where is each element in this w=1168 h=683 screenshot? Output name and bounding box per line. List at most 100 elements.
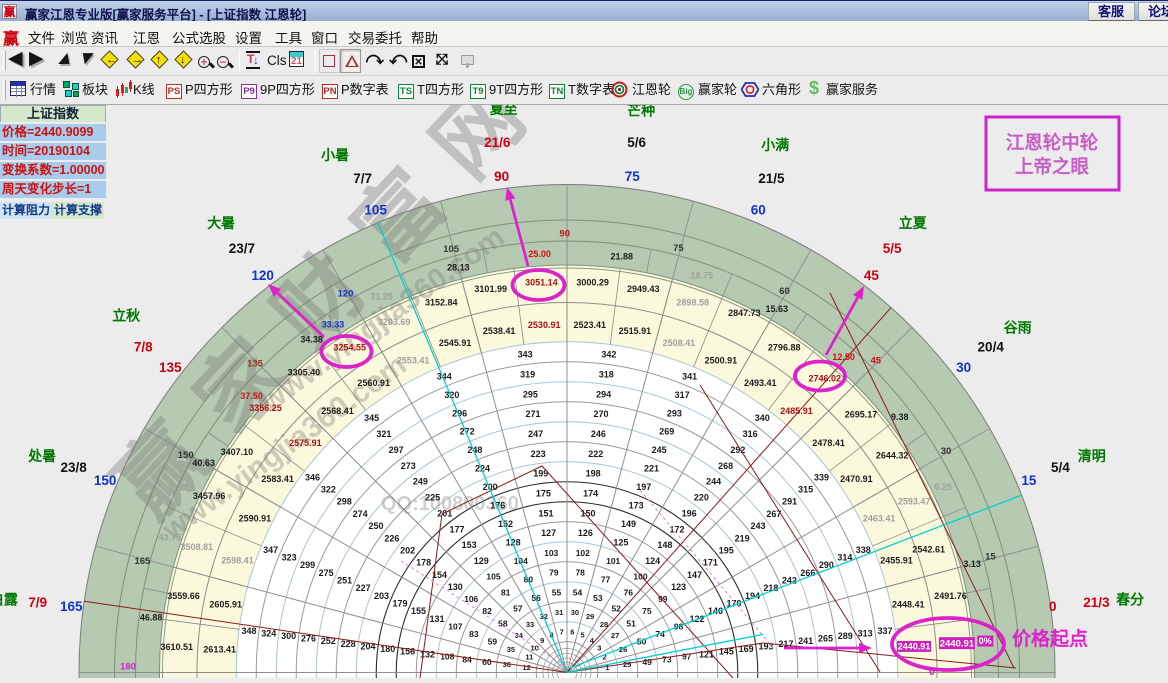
- svg-text:2440.91: 2440.91: [940, 639, 975, 650]
- svg-text:342: 342: [601, 350, 616, 360]
- svg-text:315: 315: [798, 485, 813, 495]
- svg-text:2448.41: 2448.41: [892, 600, 925, 610]
- svg-text:2583.41: 2583.41: [261, 474, 294, 484]
- svg-text:316: 316: [743, 429, 758, 439]
- svg-text:321: 321: [376, 429, 391, 439]
- svg-text:243: 243: [750, 521, 765, 531]
- svg-text:291: 291: [782, 497, 797, 507]
- svg-text:153: 153: [462, 540, 477, 550]
- svg-text:3: 3: [597, 643, 601, 652]
- svg-text:317: 317: [675, 390, 690, 400]
- svg-text:5/6: 5/6: [627, 135, 646, 150]
- svg-text:221: 221: [644, 464, 659, 474]
- svg-text:2593.47: 2593.47: [898, 496, 931, 506]
- svg-text:21/3: 21/3: [1083, 595, 1110, 610]
- svg-text:347: 347: [263, 545, 278, 555]
- svg-text:15: 15: [985, 552, 996, 563]
- svg-text:149: 149: [621, 519, 636, 529]
- svg-text:2695.17: 2695.17: [845, 410, 878, 420]
- svg-text:298: 298: [337, 497, 352, 507]
- svg-text:15: 15: [1021, 473, 1037, 488]
- svg-text:155: 155: [411, 606, 426, 616]
- svg-text:0: 0: [929, 667, 935, 678]
- svg-text:7/9: 7/9: [28, 595, 47, 610]
- svg-text:223: 223: [531, 449, 546, 459]
- svg-text:339: 339: [814, 472, 829, 482]
- svg-text:108: 108: [440, 652, 454, 662]
- svg-text:175: 175: [536, 488, 551, 498]
- svg-text:247: 247: [528, 429, 543, 439]
- svg-text:165: 165: [60, 599, 83, 614]
- svg-text:2575.91: 2575.91: [289, 438, 322, 448]
- svg-text:6.25: 6.25: [934, 482, 952, 492]
- svg-text:227: 227: [356, 583, 371, 593]
- svg-text:105: 105: [364, 203, 387, 218]
- svg-text:5: 5: [581, 631, 585, 640]
- svg-text:7: 7: [560, 628, 564, 637]
- svg-text:271: 271: [525, 409, 540, 419]
- svg-text:5/5: 5/5: [883, 241, 902, 256]
- svg-text:2605.91: 2605.91: [209, 600, 242, 610]
- svg-text:46.88: 46.88: [140, 613, 163, 623]
- svg-text:273: 273: [401, 461, 416, 471]
- svg-text:2491.76: 2491.76: [934, 591, 967, 601]
- svg-text:2515.91: 2515.91: [619, 326, 652, 336]
- svg-text:33: 33: [526, 620, 534, 629]
- svg-text:337: 337: [877, 626, 892, 636]
- svg-text:129: 129: [474, 556, 489, 566]
- svg-text:40.63: 40.63: [192, 458, 215, 468]
- svg-text:3356.25: 3356.25: [249, 403, 282, 413]
- svg-text:179: 179: [392, 599, 407, 609]
- svg-text:244: 244: [706, 477, 721, 487]
- svg-text:2523.41: 2523.41: [574, 320, 607, 330]
- svg-text:3508.81: 3508.81: [181, 542, 214, 552]
- svg-text:99: 99: [658, 594, 668, 604]
- svg-text:120: 120: [251, 268, 274, 283]
- svg-text:294: 294: [596, 389, 611, 399]
- svg-text:清明: 清明: [1078, 448, 1106, 464]
- svg-text:6: 6: [570, 628, 574, 637]
- svg-text:60: 60: [779, 286, 790, 297]
- svg-text:45: 45: [871, 356, 882, 367]
- svg-text:2478.41: 2478.41: [812, 438, 845, 448]
- svg-text:处暑: 处暑: [27, 448, 56, 464]
- svg-text:293: 293: [667, 408, 682, 418]
- svg-text:0%: 0%: [979, 636, 992, 646]
- svg-text:49: 49: [642, 657, 652, 667]
- svg-text:343: 343: [518, 350, 533, 360]
- svg-text:2644.32: 2644.32: [876, 450, 909, 460]
- svg-text:33.33: 33.33: [322, 319, 345, 329]
- svg-text:大暑: 大暑: [207, 215, 235, 231]
- svg-text:130: 130: [448, 582, 463, 592]
- svg-text:127: 127: [541, 528, 556, 538]
- svg-text:7/7: 7/7: [353, 171, 372, 186]
- svg-text:0: 0: [1049, 599, 1057, 614]
- svg-text:251: 251: [337, 576, 352, 586]
- svg-text:289: 289: [838, 631, 853, 641]
- svg-text:249: 249: [413, 477, 428, 487]
- svg-text:3101.99: 3101.99: [474, 284, 507, 294]
- svg-text:79: 79: [549, 568, 559, 578]
- svg-text:124: 124: [645, 556, 660, 566]
- svg-text:148: 148: [657, 540, 672, 550]
- svg-text:225: 225: [425, 493, 440, 503]
- svg-text:165: 165: [134, 556, 151, 567]
- svg-text:84: 84: [462, 654, 472, 664]
- svg-text:297: 297: [389, 445, 404, 455]
- svg-text:295: 295: [523, 389, 538, 399]
- svg-text:2613.41: 2613.41: [203, 645, 236, 655]
- svg-text:31: 31: [555, 608, 563, 617]
- svg-text:23/7: 23/7: [229, 241, 255, 256]
- svg-text:春分: 春分: [1115, 591, 1144, 607]
- svg-text:268: 268: [718, 461, 733, 471]
- svg-text:269: 269: [659, 427, 674, 437]
- svg-text:31.25: 31.25: [370, 291, 393, 301]
- svg-text:37.50: 37.50: [240, 391, 263, 401]
- svg-text:246: 246: [591, 429, 606, 439]
- svg-text:2493.41: 2493.41: [744, 378, 777, 388]
- svg-text:3.13: 3.13: [963, 559, 981, 569]
- svg-text:250: 250: [368, 521, 383, 531]
- svg-text:73: 73: [662, 654, 672, 664]
- svg-text:241: 241: [798, 636, 813, 646]
- svg-text:43.75: 43.75: [159, 533, 182, 543]
